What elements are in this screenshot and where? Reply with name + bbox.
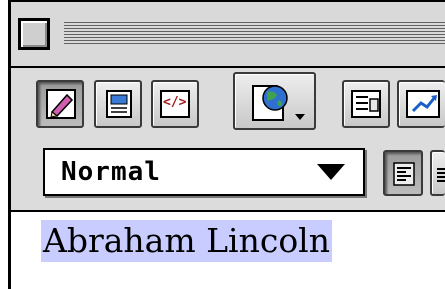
globe-page-icon: [249, 80, 295, 124]
align-center-button[interactable]: [430, 150, 445, 196]
form-icon: [350, 89, 382, 119]
format-select-value: Normal: [61, 157, 161, 187]
align-left-icon: [393, 162, 415, 186]
selected-text[interactable]: Abraham Lincoln: [41, 220, 332, 262]
insert-form-button[interactable]: [342, 80, 390, 128]
align-left-button[interactable]: [383, 150, 423, 196]
pencil-icon: [45, 88, 77, 120]
globe-menu-button[interactable]: [233, 72, 316, 130]
paragraph-format-select[interactable]: Normal: [43, 148, 365, 196]
chevron-down-icon: [295, 114, 305, 120]
html-source-button[interactable]: </>: [151, 80, 199, 128]
dropdown-arrow-icon: [317, 164, 345, 180]
preview-mode-button[interactable]: [94, 80, 142, 128]
edit-mode-button[interactable]: [36, 80, 84, 128]
document-area[interactable]: Abraham Lincoln: [8, 212, 445, 289]
insert-link-button[interactable]: [397, 80, 445, 128]
html-tags-icon: </>: [160, 90, 190, 118]
close-box[interactable]: [18, 18, 50, 50]
title-bar-stripes: [64, 22, 445, 46]
page-preview-icon: [104, 89, 134, 119]
align-center-icon: [437, 168, 445, 182]
link-arrow-icon: [405, 89, 441, 119]
